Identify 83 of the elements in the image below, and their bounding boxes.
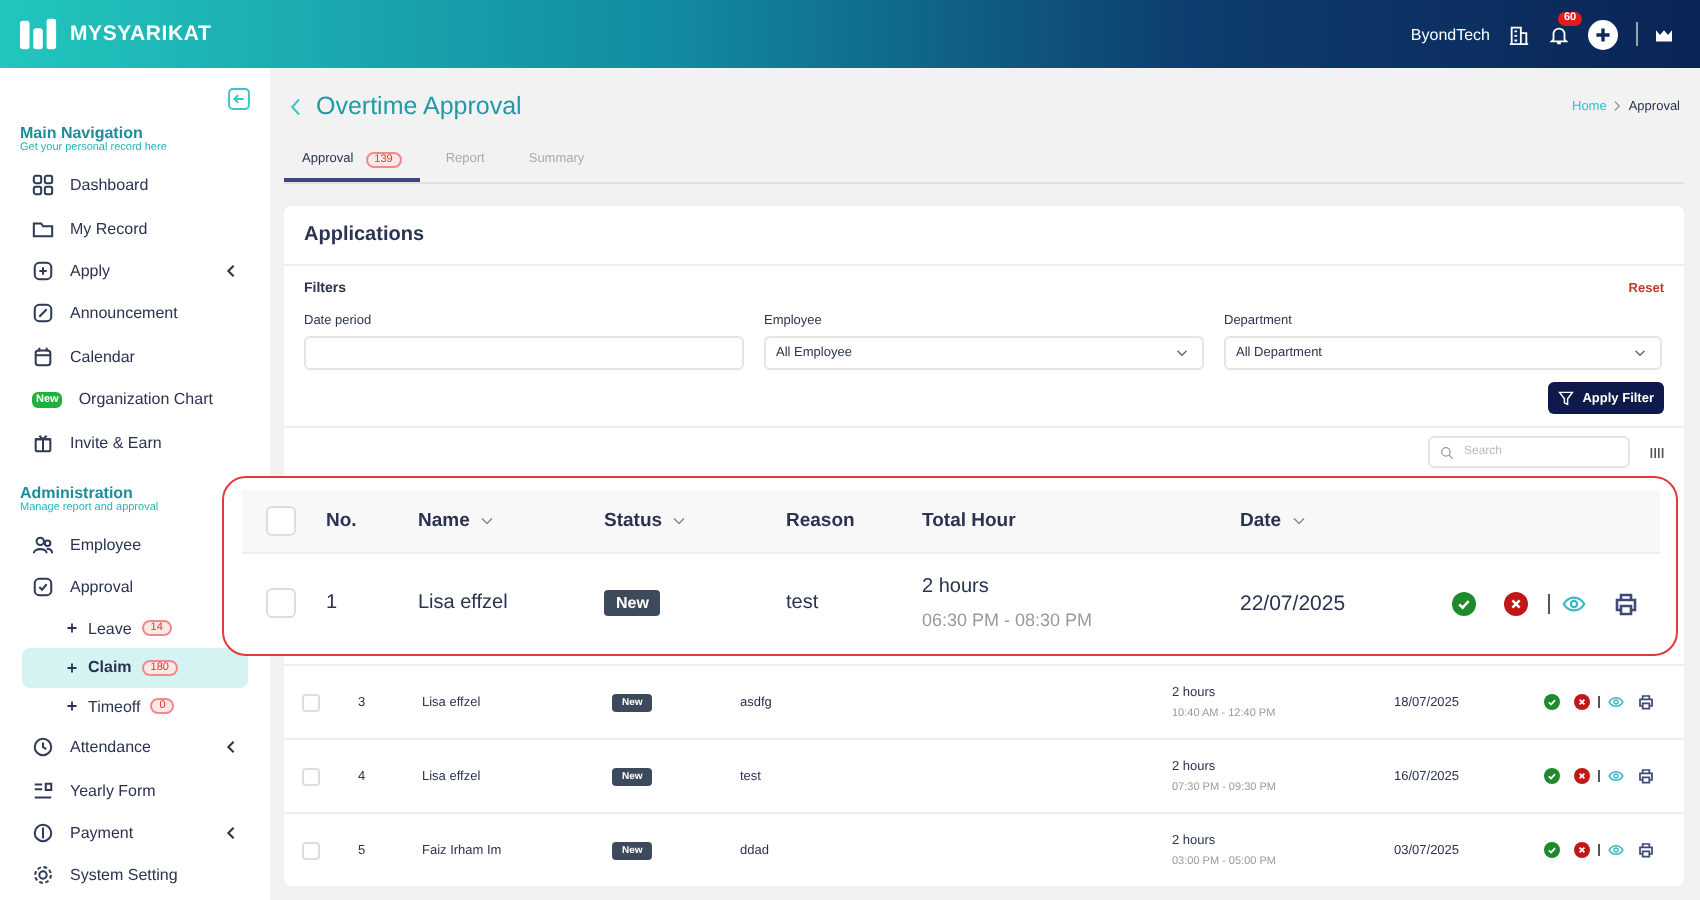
checkbox[interactable]	[266, 506, 296, 536]
page-title: Overtime Approval	[316, 92, 522, 120]
users-icon	[32, 533, 54, 556]
checkbox[interactable]	[302, 841, 320, 859]
nav-item[interactable]: Payment	[20, 811, 250, 855]
columns-icon[interactable]	[1650, 445, 1664, 459]
nav-item[interactable]: Invite & Earn	[20, 420, 162, 464]
card-title: Applications	[304, 224, 425, 246]
nav-item[interactable]: Employee	[20, 523, 142, 567]
column-header[interactable]: Name	[418, 510, 604, 532]
nav-item[interactable]: System Setting	[20, 854, 178, 898]
gift-icon	[32, 431, 54, 454]
section-title: Administration	[20, 483, 135, 502]
column-header: No.	[326, 510, 359, 532]
caret-icon[interactable]	[479, 516, 494, 526]
coin-icon	[32, 821, 54, 844]
caret-icon	[1176, 348, 1188, 358]
caret-icon[interactable]	[672, 516, 687, 526]
caret-icon[interactable]	[1291, 516, 1306, 526]
reject-button[interactable]	[1574, 842, 1590, 858]
print-button[interactable]	[1638, 842, 1654, 858]
view-button[interactable]	[1562, 591, 1586, 615]
filter-icon	[1558, 390, 1575, 406]
brand-name: MYSYARIKAT	[70, 22, 212, 46]
list-icon	[32, 779, 54, 802]
print-button[interactable]	[1638, 694, 1654, 710]
reject-button[interactable]	[1504, 591, 1528, 615]
checkbox[interactable]	[302, 693, 320, 711]
checkbox[interactable]	[302, 767, 320, 785]
nav-item[interactable]: Apply	[20, 249, 250, 293]
view-button[interactable]	[1608, 694, 1624, 710]
folder-icon	[32, 217, 54, 240]
bell-icon[interactable]	[1548, 23, 1570, 45]
reason-cell-text: test	[786, 592, 821, 614]
chevron-icon	[1612, 100, 1623, 112]
time-range-text: 06:30 PM - 08:30 PM	[922, 610, 1095, 630]
search-icon	[1440, 445, 1454, 459]
chevron-icon	[224, 263, 238, 278]
company-name: ByondTech	[1410, 25, 1490, 43]
add-button[interactable]	[1588, 19, 1618, 49]
caret-icon	[1634, 348, 1646, 358]
section-title: Main Navigation	[20, 124, 145, 142]
approve-button[interactable]	[1544, 842, 1560, 858]
row-number: 1	[326, 592, 340, 614]
approve-button[interactable]	[1544, 694, 1560, 710]
clock-icon	[32, 736, 54, 759]
building-icon[interactable]	[1508, 23, 1530, 45]
check-square-icon	[32, 576, 54, 599]
hours-text: 2 hours	[922, 576, 991, 598]
nav-item[interactable]: Calendar	[20, 335, 135, 378]
approve-button[interactable]	[1544, 768, 1560, 784]
reject-button[interactable]	[1574, 768, 1590, 784]
chevron-icon	[224, 825, 238, 840]
column-header[interactable]: Status	[604, 510, 786, 532]
nav-item[interactable]: Announcement	[20, 292, 178, 336]
reject-button[interactable]	[1574, 694, 1590, 710]
logo-icon	[20, 18, 58, 50]
column-header: Total Hour	[922, 510, 1018, 532]
name-cell-text: Lisa effzel	[418, 592, 510, 614]
calendar-icon	[32, 345, 54, 368]
column-header: Reason	[786, 510, 857, 532]
plus-square-icon	[32, 259, 54, 282]
checkbox[interactable]	[266, 588, 296, 618]
status-badge: New	[604, 590, 661, 616]
column-header[interactable]: Date	[1240, 510, 1452, 532]
print-button[interactable]	[1638, 768, 1654, 784]
nav-item[interactable]: Dashboard	[20, 164, 149, 207]
nav-item[interactable]: Approval	[20, 566, 134, 610]
nav-item[interactable]: Attendance	[20, 726, 250, 769]
print-button[interactable]	[1614, 591, 1638, 615]
view-button[interactable]	[1608, 842, 1624, 858]
plus-icon	[66, 622, 78, 635]
approve-button[interactable]	[1452, 591, 1476, 615]
nav-item[interactable]: Yearly Form	[20, 768, 156, 812]
input-field[interactable]	[304, 336, 744, 370]
view-button[interactable]	[1608, 768, 1624, 784]
plus-icon	[66, 700, 78, 713]
grid-icon	[32, 174, 54, 197]
gear-icon	[32, 864, 54, 887]
chevron-icon	[224, 740, 238, 755]
plus-icon	[66, 661, 78, 674]
date-cell-text: 22/07/2025	[1240, 591, 1348, 615]
nav-item[interactable]: My Record	[20, 206, 148, 250]
